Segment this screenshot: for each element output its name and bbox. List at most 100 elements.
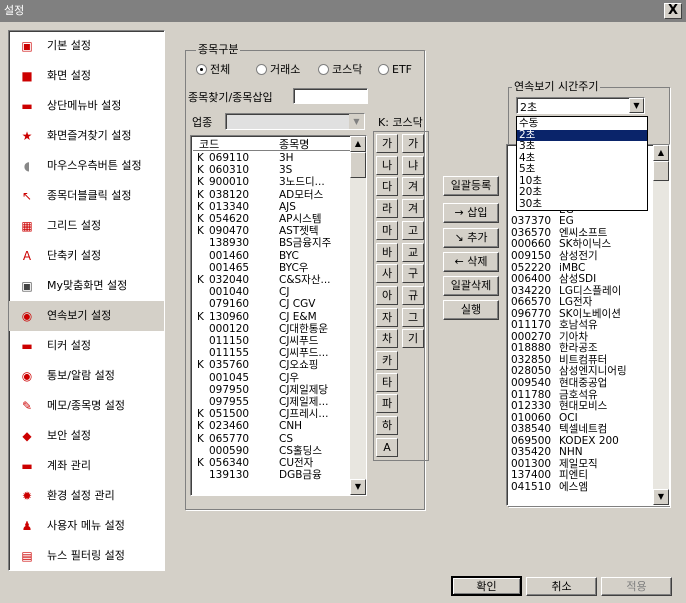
sidebar-item-label: 마우스우측버튼 설정 (47, 159, 142, 172)
stock-code: 011155 (209, 347, 250, 360)
selected-list-scrollbar[interactable]: ▲ ▼ (653, 145, 669, 505)
consonant-button[interactable]: 카 (376, 351, 398, 370)
market-flag: K (197, 457, 204, 469)
sidebar-item[interactable]: ▬ 계좌 관리 (9, 451, 164, 481)
stock-name: CJ오쇼핑 (279, 359, 319, 372)
sidebar-item[interactable]: ▣ My맞춤화면 설정 (9, 271, 164, 301)
consonant-button[interactable]: 자 (376, 307, 398, 327)
radio-circle-icon[interactable] (378, 64, 389, 75)
stock-code: 130960 (209, 310, 250, 323)
scroll-thumb[interactable] (350, 152, 366, 178)
scroll-down-icon[interactable]: ▼ (350, 479, 366, 495)
sidebar-item[interactable]: ✎ 메모/종목명 설정 (9, 391, 164, 421)
consonant-button[interactable]: 고 (402, 220, 424, 240)
sidebar-item[interactable]: ✹ 환경 설정 관리 (9, 481, 164, 511)
chevron-down-icon[interactable]: ▼ (629, 98, 644, 113)
consonant-button[interactable]: 타 (376, 372, 398, 392)
screen-icon: ■ (21, 69, 33, 83)
action-button[interactable]: ↘ 추가 (443, 228, 499, 248)
interval-option[interactable]: 5초 (517, 163, 647, 176)
sidebar-item[interactable]: ▣ 기본 설정 (9, 31, 164, 61)
consonant-button[interactable]: 냐 (402, 155, 424, 175)
interval-option[interactable]: 20초 (517, 186, 647, 199)
consonant-button[interactable]: 겨 (402, 199, 424, 219)
consonant-button[interactable]: A (376, 437, 398, 457)
action-button[interactable]: 실행 (443, 300, 499, 320)
header-name[interactable]: 종목명 (279, 138, 309, 151)
sidebar-item[interactable]: ♟ 사용자 메뉴 설정 (9, 511, 164, 541)
consonant-button[interactable]: 규 (402, 285, 424, 305)
industry-select[interactable]: ▼ (225, 113, 365, 130)
stock-type-radio[interactable]: 코스닥 (318, 63, 362, 77)
apply-button[interactable]: 적용 (601, 577, 672, 596)
interval-option[interactable]: 수동 (517, 117, 647, 130)
sidebar-item[interactable]: ★ 화면즐겨찾기 설정 (9, 121, 164, 151)
interval-option[interactable]: 2초 (517, 129, 647, 141)
sidebar-item[interactable]: ◉ 연속보기 설정 (9, 301, 164, 331)
stock-name: CNH (279, 420, 303, 433)
consonant-button[interactable]: 차 (376, 329, 398, 349)
stock-list[interactable]: 코드 종목명 K 069110 3H K 060310 3S K 900010 3노드디... K… (190, 135, 367, 496)
consonant-button[interactable]: 교 (402, 242, 424, 262)
interval-select[interactable]: 2초 ▼ (516, 97, 645, 114)
consonant-button[interactable]: 겨 (402, 177, 424, 197)
consonant-button[interactable]: 다 (376, 177, 398, 197)
stock-type-radio[interactable]: 전체 (196, 63, 230, 77)
sidebar-item[interactable]: ◉ 통보/알람 설정 (9, 361, 164, 391)
stock-list-scrollbar[interactable]: ▲ ▼ (350, 136, 366, 495)
sidebar-item[interactable]: A 단축키 설정 (9, 241, 164, 271)
stock-type-radio[interactable]: 거래소 (256, 63, 300, 77)
stock-name: CU전자 (279, 457, 314, 469)
interval-option[interactable]: 30초 (517, 198, 647, 211)
scroll-thumb[interactable] (653, 161, 669, 181)
sidebar-item[interactable]: ◖ 마우스우측버튼 설정 (9, 151, 164, 181)
custom-screen-icon: ▣ (21, 279, 33, 293)
consonant-button[interactable]: 구 (402, 264, 424, 284)
scroll-down-icon[interactable]: ▼ (653, 489, 669, 505)
action-button[interactable]: 일괄삭제 (443, 276, 499, 296)
scroll-up-icon[interactable]: ▲ (350, 136, 366, 152)
consonant-button[interactable]: 라 (376, 199, 398, 219)
scroll-up-icon[interactable]: ▲ (653, 145, 669, 161)
action-button[interactable]: ← 삭제 (443, 252, 499, 272)
sidebar-item[interactable]: ■ 화면 설정 (9, 61, 164, 91)
consonant-button[interactable]: 기 (402, 329, 424, 349)
sidebar-item[interactable]: ▬ 티커 설정 (9, 331, 164, 361)
radio-circle-icon[interactable] (196, 64, 207, 75)
interval-option[interactable]: 3초 (517, 140, 647, 153)
sidebar-item[interactable]: ▤ 뉴스 필터링 설정 (9, 541, 164, 570)
hotkey-icon: A (22, 249, 32, 263)
search-input[interactable] (293, 88, 368, 104)
stock-name: AJS (279, 200, 296, 213)
close-button[interactable]: X (664, 3, 682, 19)
consonant-button[interactable]: 파 (376, 394, 398, 414)
consonant-button[interactable]: 하 (376, 416, 398, 436)
sidebar-item[interactable]: ▬ 상단메뉴바 설정 (9, 91, 164, 121)
action-button[interactable]: 일괄등록 (443, 176, 499, 196)
interval-option[interactable]: 4초 (517, 152, 647, 165)
radio-circle-icon[interactable] (256, 64, 267, 75)
consonant-button[interactable]: 나 (376, 155, 398, 175)
stock-type-radio[interactable]: ETF (378, 63, 412, 77)
sidebar-item[interactable]: ▦ 그리드 설정 (9, 211, 164, 241)
sidebar-item-label: 메모/종목명 설정 (47, 399, 126, 412)
consonant-button[interactable]: 마 (376, 220, 398, 240)
stock-code: 001040 (209, 286, 250, 299)
consonant-button[interactable]: 가 (376, 134, 398, 153)
sidebar-item[interactable]: ↖ 종목더블클릭 설정 (9, 181, 164, 211)
consonant-button[interactable]: 바 (376, 242, 398, 262)
consonant-button[interactable]: 아 (376, 285, 398, 305)
action-button[interactable]: → 삽입 (443, 203, 499, 223)
stock-name: 에스엠 (559, 480, 588, 493)
chevron-down-icon[interactable]: ▼ (349, 114, 364, 129)
consonant-button[interactable]: 가 (402, 134, 424, 153)
cancel-button[interactable]: 취소 (526, 577, 597, 596)
consonant-button[interactable]: 사 (376, 264, 398, 284)
sidebar-item[interactable]: ◆ 보안 설정 (9, 421, 164, 451)
radio-circle-icon[interactable] (318, 64, 329, 75)
consonant-button[interactable]: 그 (402, 307, 424, 327)
stock-name: CJ대한통운 (279, 322, 329, 335)
ok-button[interactable]: 확인 (451, 576, 522, 596)
stock-code: 900010 (209, 176, 250, 189)
header-code[interactable]: 코드 (199, 138, 219, 151)
